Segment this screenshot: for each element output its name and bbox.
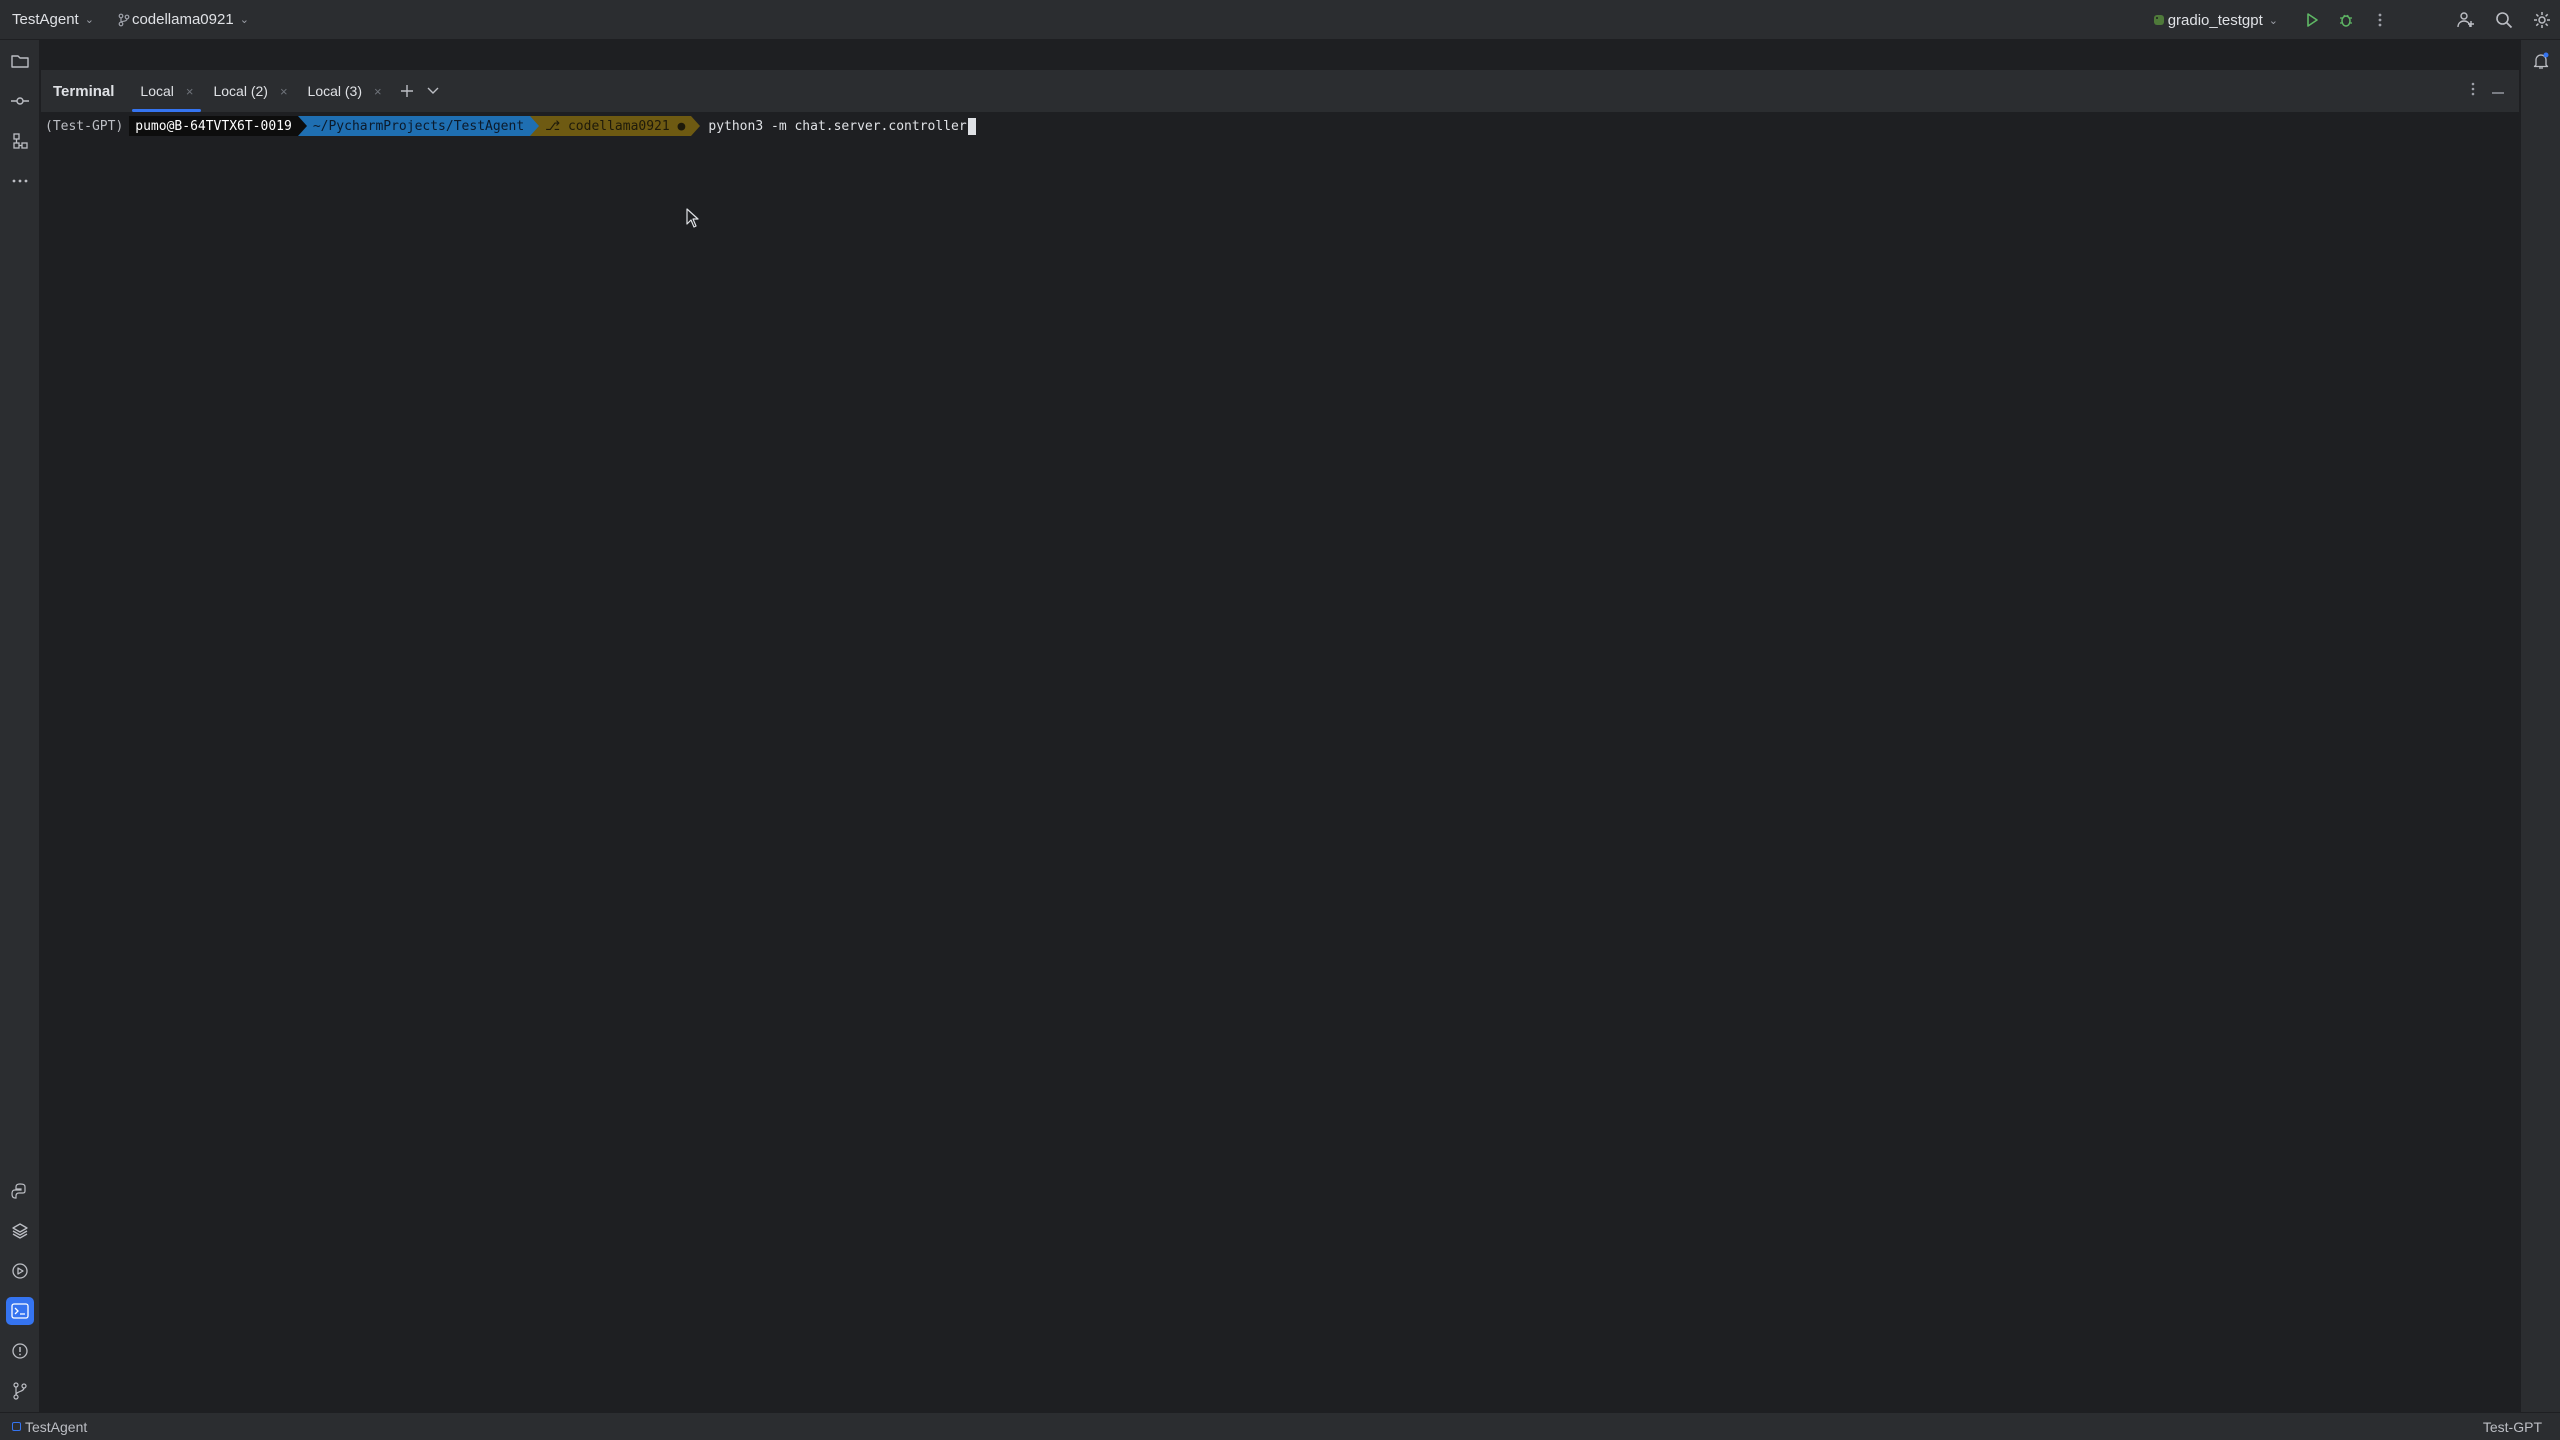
command-text: python3 -m chat.server.controller (708, 118, 967, 134)
chevron-down-icon: ⌄ (2268, 14, 2278, 27)
python-console-icon[interactable] (6, 1177, 34, 1205)
status-interpreter[interactable]: Test-GPT (2483, 1419, 2542, 1435)
settings-gear-icon[interactable] (2528, 6, 2556, 34)
left-tool-bar (0, 40, 40, 1412)
run-icon[interactable] (2298, 6, 2326, 34)
tab-label: Local (3) (307, 83, 362, 99)
branch-selector[interactable]: codellama0921 ⌄ (116, 0, 249, 40)
search-icon[interactable] (2490, 6, 2518, 34)
path-segment: ~/PycharmProjects/TestAgent (306, 116, 531, 136)
debug-icon[interactable] (2332, 6, 2360, 34)
project-status-icon (12, 1422, 21, 1431)
structure-icon[interactable] (6, 127, 34, 155)
commit-icon[interactable] (6, 87, 34, 115)
tab-label: Local (2) (213, 83, 268, 99)
status-project-label: TestAgent (25, 1418, 88, 1435)
status-project[interactable]: TestAgent (12, 1419, 87, 1435)
minimize-icon[interactable] (2491, 82, 2505, 100)
terminal-icon[interactable] (6, 1297, 34, 1325)
tab-local[interactable]: Local × (130, 70, 203, 112)
tool-window-title: Terminal (53, 82, 115, 100)
terminal-output[interactable]: (Test-GPT) pumo@B-64TVTX6T-0019 ~/Pychar… (41, 112, 2519, 1412)
title-bar: TestAgent ⌄ codellama0921 ⌄ gradio_testg… (0, 0, 2560, 40)
layers-icon[interactable] (6, 1217, 34, 1245)
more-vertical-icon[interactable] (2366, 6, 2394, 34)
services-icon[interactable] (6, 1257, 34, 1285)
mouse-pointer-icon (686, 208, 699, 228)
chevron-down-icon[interactable] (422, 80, 444, 102)
chevron-down-icon: ⌄ (84, 14, 94, 26)
close-icon[interactable]: × (374, 84, 382, 99)
run-config-selector[interactable]: gradio_testgpt ⌄ (2150, 0, 2278, 40)
more-icon[interactable] (6, 167, 34, 195)
right-tool-bar (2520, 40, 2560, 1412)
more-vertical-icon[interactable] (2471, 81, 2475, 102)
notifications-icon[interactable] (2527, 47, 2555, 75)
prompt-line: (Test-GPT) pumo@B-64TVTX6T-0019 ~/Pychar… (45, 116, 976, 136)
project-selector[interactable]: TestAgent ⌄ (12, 0, 94, 40)
close-icon[interactable]: × (186, 84, 194, 99)
segment-arrow (530, 116, 540, 136)
new-tab-plus-icon[interactable] (396, 80, 418, 102)
problems-icon[interactable] (6, 1337, 34, 1365)
chevron-down-icon: ⌄ (239, 14, 249, 26)
branch-segment: ⎇ codellama0921 ● (539, 116, 692, 136)
segment-arrow (297, 116, 307, 136)
branch-icon (116, 6, 132, 34)
python-icon (2150, 6, 2168, 34)
tab-local-2[interactable]: Local (2) × (203, 70, 297, 112)
add-user-icon[interactable] (2452, 6, 2480, 34)
project-name: TestAgent (12, 11, 79, 28)
tab-local-3[interactable]: Local (3) × (298, 70, 392, 112)
tab-label: Local (140, 83, 174, 99)
status-bar: TestAgent Test-GPT (0, 1412, 2560, 1440)
terminal-tab-bar: Terminal Local × Local (2) × Local (3) × (41, 70, 2519, 112)
folder-icon[interactable] (6, 47, 34, 75)
branch-name: codellama0921 (131, 11, 234, 28)
segment-arrow (691, 116, 701, 136)
close-icon[interactable]: × (280, 84, 288, 99)
git-icon[interactable] (6, 1377, 34, 1405)
virtualenv-label: (Test-GPT) (45, 118, 124, 134)
text-cursor (967, 117, 976, 135)
run-config-name: gradio_testgpt (2167, 11, 2263, 29)
user-host-segment: pumo@B-64TVTX6T-0019 (129, 116, 298, 136)
